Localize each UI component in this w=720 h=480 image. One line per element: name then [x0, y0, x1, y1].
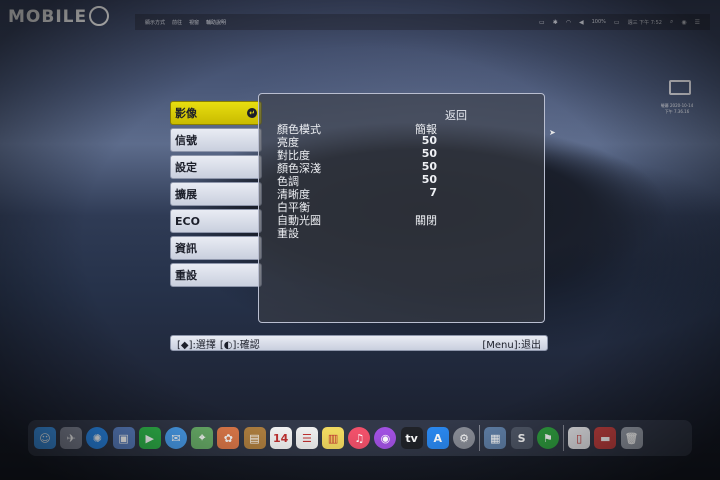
- launchpad-icon[interactable]: ✈: [60, 427, 83, 449]
- photo-viewer-icon[interactable]: ▦: [484, 427, 507, 449]
- tv-icon[interactable]: tv: [400, 427, 423, 449]
- desktop-screenshot-file[interactable]: 螢幕 2020-10-14 下午 7.36.16: [660, 80, 700, 115]
- menu-clock[interactable]: 週三 下午 7:52: [628, 19, 662, 26]
- osd-tab-label: 設定: [175, 161, 197, 174]
- osd-setting-row[interactable]: 亮度 50: [277, 134, 437, 149]
- osd-tab-label: ECO: [175, 214, 200, 228]
- enter-icon: ↵: [247, 108, 257, 118]
- osd-setting-row[interactable]: 重設: [277, 225, 437, 240]
- wifi-icon[interactable]: ◠: [566, 19, 571, 26]
- osd-setting-value: 7: [429, 186, 437, 199]
- osd-setting-row[interactable]: 色調 50: [277, 173, 437, 188]
- green-app-icon[interactable]: ⚑: [536, 427, 559, 449]
- osd-tab[interactable]: 設定: [170, 155, 262, 179]
- maps-icon[interactable]: ⌖: [191, 427, 214, 449]
- osd-tab-label: 資訊: [175, 242, 197, 255]
- siri-icon[interactable]: ◉: [681, 19, 686, 26]
- podcasts-icon[interactable]: ◉: [374, 427, 397, 449]
- osd-setting-row[interactable]: 白平衡: [277, 199, 437, 214]
- bluetooth-icon[interactable]: ✱: [553, 19, 558, 26]
- notes-icon[interactable]: ▥: [322, 427, 345, 449]
- photos-icon[interactable]: ✿: [217, 427, 240, 449]
- osd-setting-row[interactable]: 顏色模式 簡報: [277, 121, 437, 136]
- osd-setting-value: 50: [421, 160, 437, 173]
- osd-tab[interactable]: 擴展: [170, 182, 262, 206]
- osd-tab-label: 影像: [175, 107, 197, 120]
- document-icon[interactable]: ▯: [568, 427, 591, 449]
- osd-settings-list: 顏色模式 簡報 亮度 50 對比度 50 顏色深淺 50 色調 50 清晰度 7 白平衡 自動光圈 關閉 重設: [277, 121, 437, 240]
- mac-menu-bar: 顯示方式 前往 視窗 輔助說明 ▭ ✱ ◠ ◀ 100% ▭ 週三 下午 7:52 ⌕…: [135, 14, 710, 30]
- battery-icon[interactable]: ▭: [614, 19, 620, 26]
- hint-select: [◆]:選擇: [177, 339, 216, 351]
- music-icon[interactable]: ♫: [348, 427, 371, 449]
- osd-tab[interactable]: 重設: [170, 263, 262, 287]
- osd-setting-row[interactable]: 清晰度 7: [277, 186, 437, 201]
- screenshot-icon[interactable]: ▬: [594, 427, 617, 449]
- watermark-mark-icon: [89, 6, 110, 26]
- app-store-icon[interactable]: A: [426, 427, 449, 449]
- menu-item[interactable]: 前往: [172, 19, 182, 26]
- calendar-icon[interactable]: 14: [269, 427, 292, 449]
- dock-separator: [479, 425, 481, 451]
- desktop-icon-caption-2: 下午 7.36.16: [664, 109, 690, 114]
- system-preferences-icon[interactable]: ⚙: [453, 427, 475, 449]
- osd-tab-label: 擴展: [175, 188, 197, 201]
- osd-setting-value: 50: [421, 173, 437, 186]
- osd-hint-bar: [◆]:選擇 [◐]:確認 [Menu]:退出: [170, 335, 548, 351]
- screen-mirror-icon[interactable]: ▭: [539, 19, 545, 26]
- osd-tab-list: 影像 ↵ 信號設定擴展 ECO 資訊重設: [170, 101, 262, 290]
- s-app-icon[interactable]: S: [510, 427, 533, 449]
- osd-tab[interactable]: 資訊: [170, 236, 262, 260]
- osd-setting-label: 重設: [277, 227, 299, 240]
- hint-exit: [Menu]:退出: [482, 339, 541, 351]
- osd-tab-label: 信號: [175, 134, 197, 147]
- osd-tab[interactable]: 信號: [170, 128, 262, 152]
- trash-icon[interactable]: 🗑: [620, 427, 643, 449]
- mac-dock: ☺ ✈ ✺ ▣ ▶ ✉ ⌖ ✿ ▤ 14 ☰ ▥ ♫ ◉ tv A ⚙ ▦ S ⚑ ▯ ▬ 🗑: [28, 420, 692, 456]
- menu-item[interactable]: 輔助說明: [206, 19, 226, 26]
- menu-list: 顯示方式 前往 視窗 輔助說明: [135, 19, 226, 26]
- hint-confirm: [◐]:確認: [219, 339, 260, 351]
- osd-setting-value: 50: [421, 134, 437, 147]
- screenshot-thumbnail-icon: [669, 80, 691, 95]
- osd-setting-row[interactable]: 顏色深淺 50: [277, 160, 437, 175]
- osd-back-button[interactable]: 返回: [445, 107, 467, 123]
- osd-tab[interactable]: 影像 ↵: [170, 101, 262, 125]
- osd-settings-panel: 返回 顏色模式 簡報 亮度 50 對比度 50 顏色深淺 50 色調 50 清晰度 7 白平衡 自動光圈關…: [258, 93, 545, 323]
- osd-setting-row[interactable]: 對比度 50: [277, 147, 437, 162]
- battery-percent[interactable]: 100%: [592, 19, 606, 25]
- osd-setting-value: 50: [421, 147, 437, 160]
- safari-icon[interactable]: ✺: [86, 427, 109, 449]
- osd-setting-row[interactable]: 自動光圈 關閉: [277, 212, 437, 227]
- preview-icon[interactable]: ▣: [112, 427, 135, 449]
- watermark-text: MOBILE: [8, 7, 88, 27]
- notes-brown-icon[interactable]: ▤: [243, 427, 266, 449]
- finder-icon[interactable]: ☺: [34, 427, 56, 449]
- osd-tab-label: 重設: [175, 269, 197, 282]
- notification-center-icon[interactable]: ☰: [695, 19, 700, 26]
- menu-item[interactable]: 顯示方式: [145, 19, 165, 26]
- dock-separator: [562, 425, 564, 451]
- watermark-logo: MOBILE: [8, 6, 110, 27]
- volume-icon[interactable]: ◀: [579, 19, 584, 26]
- mouse-cursor-icon: ➤: [549, 128, 556, 137]
- spotlight-icon[interactable]: ⌕: [670, 18, 673, 26]
- menu-item[interactable]: 視窗: [189, 19, 199, 26]
- reminders-icon[interactable]: ☰: [295, 427, 318, 449]
- facetime-icon[interactable]: ▶: [138, 427, 161, 449]
- messages-icon[interactable]: ✉: [164, 427, 187, 449]
- osd-tab[interactable]: ECO: [170, 209, 262, 233]
